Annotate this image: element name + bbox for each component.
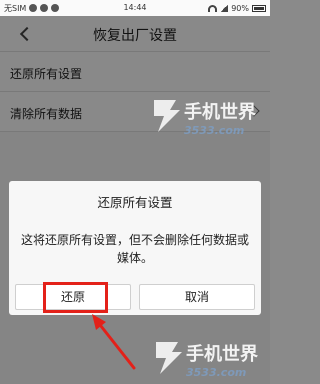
annotation-arrow (92, 314, 136, 370)
